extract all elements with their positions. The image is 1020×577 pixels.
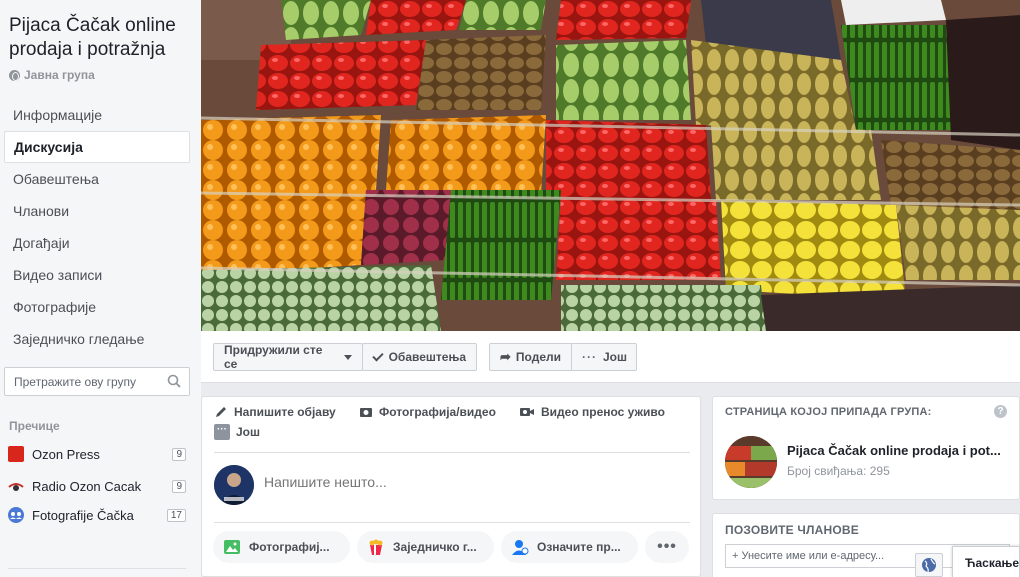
more-dots-icon: ••• (657, 538, 677, 555)
globe-icon (922, 558, 936, 573)
card-heading: ПОЗОВИТЕ ЧЛАНОВЕ (725, 523, 859, 537)
shortcut-radio-ozon[interactable]: Radio Ozon Cacak 9 (8, 476, 186, 496)
tag-people-icon (512, 540, 529, 555)
nav-item-label: Обавештења (13, 171, 99, 187)
radio-ozon-icon (8, 478, 24, 494)
left-sidebar: Pijaca Čačak online prodaja i potražnja … (0, 0, 201, 577)
shortcut-fotografije-cacka[interactable]: Fotografije Čačka 17 (8, 505, 186, 525)
shortcut-label: Fotografije Čačka (32, 507, 134, 523)
language-button[interactable] (915, 553, 943, 577)
nav-item-watch-party[interactable]: Заједничко гледање (4, 323, 190, 355)
tab-more[interactable]: ··· Још (214, 424, 260, 440)
shortcut-ozon-press[interactable]: Ozon Press 9 (8, 444, 186, 464)
group-search (4, 367, 190, 396)
photo-button[interactable]: Фотографиј... (213, 531, 350, 563)
chat-tab[interactable]: Ћаскање (952, 546, 1020, 577)
watch-party-button[interactable]: Заједничко г... (357, 531, 494, 563)
group-privacy-label: Јавна група (24, 68, 95, 82)
tag-people-button[interactable]: Означите пр... (501, 531, 638, 563)
chat-label: Ћаскање (965, 556, 1020, 570)
nav-item-label: Заједничко гледање (13, 331, 145, 347)
nav-item-videos[interactable]: Видео записи (4, 259, 190, 291)
share-label: Подели (515, 350, 561, 364)
composer-more-button[interactable]: ••• (645, 531, 689, 563)
search-icon[interactable] (167, 374, 181, 388)
more-button[interactable]: ··· Још (571, 343, 637, 371)
owner-page-card: СТРАНИЦА КОЈОЈ ПРИПАДА ГРУПА: ? Pijaca Č… (712, 396, 1020, 500)
group-privacy: Јавна група (9, 68, 95, 82)
notifications-label: Обавештења (388, 350, 466, 364)
chevron-down-icon (344, 354, 352, 360)
shortcut-label: Radio Ozon Cacak (32, 478, 142, 494)
nav-item-events[interactable]: Догађаји (4, 227, 190, 259)
ozon-press-icon (8, 446, 24, 462)
more-dots-icon: ··· (582, 350, 597, 364)
pill-label: Фотографиј... (249, 540, 330, 554)
help-icon[interactable]: ? (994, 405, 1007, 418)
group-search-input[interactable] (14, 374, 162, 389)
tab-label: Видео пренос уживо (541, 405, 665, 419)
pencil-icon (216, 407, 226, 417)
share-icon: ➦ (500, 349, 511, 364)
shortcuts-heading: Пречице (9, 419, 60, 433)
popcorn-icon (369, 539, 383, 555)
shortcut-count: 17 (166, 508, 186, 522)
group-title[interactable]: Pijaca Čačak online prodaja i potražnja (9, 14, 194, 62)
shortcut-count: 9 (172, 447, 186, 461)
nav-item-photos[interactable]: Фотографије (4, 291, 190, 323)
invite-input[interactable] (732, 550, 912, 562)
shortcut-label: Ozon Press (32, 446, 100, 462)
tab-write-post[interactable]: Напишите објаву (214, 405, 336, 419)
page-name-link[interactable]: Pijaca Čačak online prodaja i pot... (787, 443, 1009, 458)
tab-live-video[interactable]: Видео пренос уживо (519, 405, 665, 419)
pill-label: Заједничко г... (393, 540, 477, 554)
nav-item-members[interactable]: Чланови (4, 195, 190, 227)
divider (214, 522, 690, 523)
page-likes-count: Број свиђања: 295 (787, 464, 890, 478)
group-action-bar: Придружили сте се Обавештења ➦ Подели ··… (201, 331, 1020, 383)
post-composer: Напишите објаву Фотографија/видео Видео … (201, 396, 701, 577)
more-icon: ··· (214, 424, 230, 440)
page-thumbnail[interactable] (725, 436, 777, 488)
avatar[interactable] (214, 465, 254, 505)
user-photo (214, 465, 254, 505)
nav-item-label: Чланови (13, 203, 70, 219)
nav-item-label: Информације (13, 107, 103, 123)
group-nav: Информације Дискусија Обавештења Чланови… (4, 99, 190, 355)
nav-item-about[interactable]: Информације (4, 99, 190, 131)
nav-item-announcements[interactable]: Обавештења (4, 163, 190, 195)
nav-item-label: Фотографије (13, 299, 97, 315)
post-text-input[interactable] (264, 474, 684, 490)
video-camera-icon (520, 408, 534, 416)
group-icon (8, 507, 24, 523)
divider (214, 452, 690, 453)
pill-label: Означите пр... (537, 540, 621, 554)
more-label: Још (603, 350, 628, 364)
globe-icon (9, 69, 20, 81)
tab-photo-video[interactable]: Фотографија/видео (359, 405, 496, 419)
shortcut-count: 9 (172, 479, 186, 493)
tab-label: Фотографија/видео (379, 405, 496, 419)
divider (8, 568, 186, 569)
checkmark-icon (372, 349, 384, 362)
page-profile-image (725, 436, 777, 488)
cover-photo[interactable] (201, 0, 1020, 331)
notifications-button[interactable]: Обавештења (362, 343, 477, 371)
tab-label: Још (236, 425, 261, 439)
joined-label: Придружили сте се (224, 343, 323, 371)
nav-item-label: Видео записи (13, 267, 103, 283)
nav-item-label: Догађаји (13, 235, 70, 251)
share-button[interactable]: ➦ Подели (489, 343, 573, 371)
tab-label: Напишите објаву (234, 405, 336, 419)
joined-button[interactable]: Придружили сте се (213, 343, 363, 371)
camera-icon (360, 408, 372, 417)
card-heading: СТРАНИЦА КОЈОЈ ПРИПАДА ГРУПА: (725, 406, 932, 418)
market-produce-image (201, 0, 1020, 331)
nav-item-label: Дискусија (14, 139, 83, 155)
nav-item-discussion[interactable]: Дискусија (4, 131, 190, 163)
photo-icon (224, 540, 240, 554)
